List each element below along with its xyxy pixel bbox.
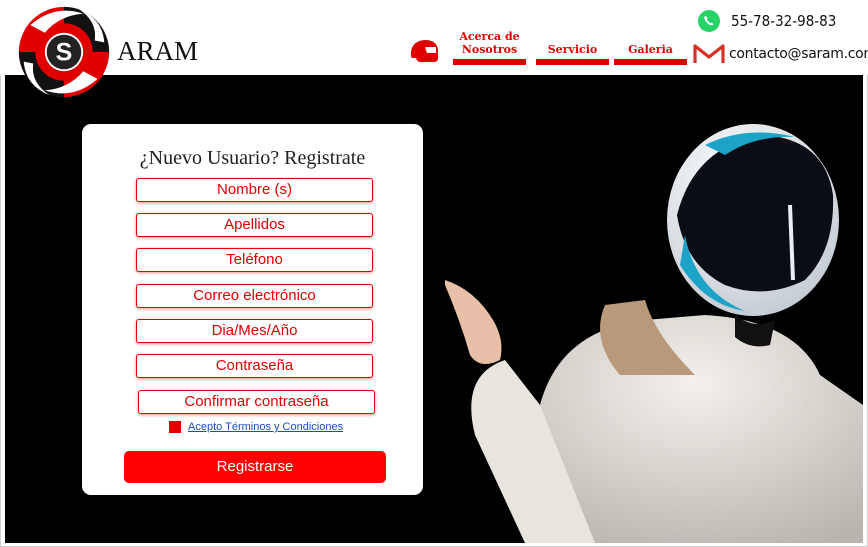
name-field[interactable]: Nombre (s) [136, 178, 373, 202]
site-header: S ARAM Acerca de Nosotros Servicio Galer… [0, 0, 868, 98]
contact-email[interactable]: contacto@saram.com [693, 42, 868, 66]
contact-phone[interactable]: 55-78-32-98-83 [697, 9, 836, 33]
nav-servicio[interactable]: Servicio [536, 43, 609, 65]
nav-galeria[interactable]: Galeria [614, 43, 687, 65]
terms-row: Acepto Términos y Condiciones [169, 421, 343, 433]
birthdate-field[interactable]: Dia/Mes/Año [136, 319, 373, 343]
gmail-icon [693, 44, 725, 64]
phone-number: 55-78-32-98-83 [731, 12, 837, 30]
password-field[interactable]: Contraseña [136, 354, 373, 378]
whatsapp-icon [698, 10, 720, 32]
phone-field[interactable]: Teléfono [136, 248, 373, 272]
nav-label-line2: Nosotros [461, 43, 518, 56]
nav-underline [614, 59, 687, 65]
nav-underline [536, 59, 609, 65]
email-field[interactable]: Correo electrónico [136, 284, 373, 308]
saram-logo[interactable]: S [16, 4, 112, 100]
register-button[interactable]: Registrarse [124, 451, 386, 483]
helmet-icon [411, 40, 438, 62]
lastname-field[interactable]: Apellidos [136, 213, 373, 237]
terms-checkbox[interactable] [169, 421, 181, 433]
brand-name[interactable]: ARAM [117, 36, 198, 67]
nav-label-line1: Acerca de [459, 30, 520, 43]
nav-label: Galeria [628, 43, 673, 56]
terms-link[interactable]: Acepto Términos y Condiciones [188, 421, 343, 433]
nav-underline [453, 59, 526, 65]
nav-label: Servicio [547, 43, 598, 56]
logo-letter: S [56, 39, 73, 67]
nav-acerca-de-nosotros[interactable]: Acerca de Nosotros [453, 30, 526, 65]
registration-card: ¿Nuevo Usuario? Registrate Nombre (s) Ap… [82, 124, 423, 495]
email-address: contacto@saram.com [729, 46, 868, 62]
form-title: ¿Nuevo Usuario? Registrate [139, 147, 366, 169]
confirm-password-field[interactable]: Confirmar contraseña [138, 390, 375, 414]
